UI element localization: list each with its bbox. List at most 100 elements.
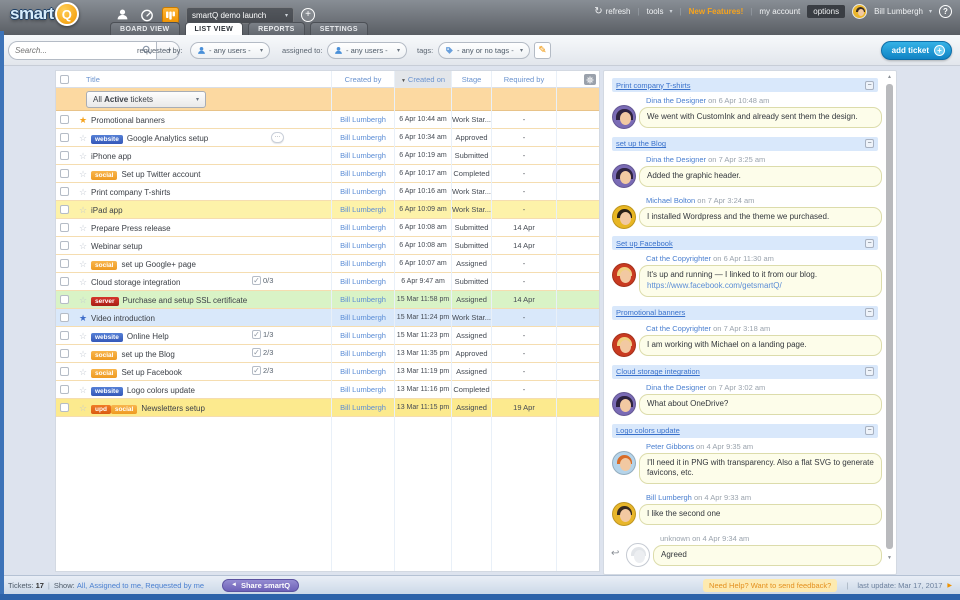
ticket-creator[interactable]: Bill Lumbergh bbox=[332, 273, 394, 291]
table-row[interactable]: ☆ Cloud storage integration ✓0/3 Bill Lu… bbox=[56, 273, 599, 291]
star-icon[interactable]: ★ bbox=[77, 111, 89, 129]
comment-ticket-link[interactable]: Logo colors update bbox=[616, 426, 865, 435]
star-icon[interactable]: ☆ bbox=[77, 255, 89, 273]
ticket-creator[interactable]: Bill Lumbergh bbox=[332, 309, 394, 327]
ticket-creator[interactable]: Bill Lumbergh bbox=[332, 129, 394, 147]
collapse-icon[interactable]: − bbox=[865, 426, 874, 435]
star-icon[interactable]: ☆ bbox=[77, 219, 89, 237]
feedback-link[interactable]: Need Help? Want to send feedback? bbox=[703, 579, 837, 592]
star-icon[interactable]: ☆ bbox=[77, 129, 89, 147]
ticket-title[interactable]: Prepare Press release bbox=[91, 219, 249, 237]
star-icon[interactable]: ☆ bbox=[77, 147, 89, 165]
comment-author[interactable]: Peter Gibbons bbox=[646, 442, 694, 451]
select-all-checkbox[interactable] bbox=[60, 75, 69, 84]
ticket-title[interactable]: websiteLogo colors update bbox=[91, 381, 249, 399]
star-icon[interactable]: ☆ bbox=[77, 327, 89, 345]
tab-reports[interactable]: REPORTS bbox=[248, 22, 305, 35]
my-account-link[interactable]: my account bbox=[759, 7, 800, 16]
ticket-creator[interactable]: Bill Lumbergh bbox=[332, 399, 394, 417]
comment-author[interactable]: Cat the Copyrighter bbox=[646, 254, 711, 263]
collapse-icon[interactable]: − bbox=[865, 81, 874, 90]
edit-tags-icon[interactable]: ✎ bbox=[534, 42, 551, 59]
row-checkbox[interactable] bbox=[60, 223, 69, 232]
current-user-menu[interactable]: Bill Lumbergh ▾ bbox=[874, 7, 932, 16]
star-icon[interactable]: ☆ bbox=[77, 381, 89, 399]
comment-ticket-link[interactable]: Cloud storage integration bbox=[616, 367, 865, 376]
ticket-title[interactable]: Promotional banners bbox=[91, 111, 249, 129]
column-header-required-by[interactable]: Required by bbox=[492, 71, 556, 88]
star-icon[interactable]: ☆ bbox=[77, 345, 89, 363]
ticket-title[interactable]: socialSet up Twitter account bbox=[91, 165, 249, 183]
comment-author[interactable]: Cat the Copyrighter bbox=[646, 324, 711, 333]
add-ticket-button[interactable]: add ticket + bbox=[881, 41, 952, 60]
row-checkbox[interactable] bbox=[60, 241, 69, 250]
star-icon[interactable]: ☆ bbox=[77, 273, 89, 291]
new-features-link[interactable]: New Features! bbox=[689, 7, 744, 16]
ticket-scope-dropdown[interactable]: All Active tickets ▾ bbox=[86, 91, 206, 108]
ticket-title[interactable]: serverPurchase and setup SSL certificate bbox=[91, 291, 249, 309]
row-checkbox[interactable] bbox=[60, 187, 69, 196]
table-row[interactable]: ★ Video introduction Bill Lumbergh 15 Ma… bbox=[56, 309, 599, 327]
search-input[interactable] bbox=[8, 41, 156, 60]
row-checkbox[interactable] bbox=[60, 205, 69, 214]
ticket-creator[interactable]: Bill Lumbergh bbox=[332, 165, 394, 183]
table-row[interactable]: ☆ websiteGoogle Analytics setup ... Bill… bbox=[56, 129, 599, 147]
ticket-creator[interactable]: Bill Lumbergh bbox=[332, 363, 394, 381]
comment-ticket-link[interactable]: Set up Facebook bbox=[616, 239, 865, 248]
star-icon[interactable]: ☆ bbox=[77, 201, 89, 219]
collapse-icon[interactable]: − bbox=[865, 308, 874, 317]
table-row[interactable]: ★ Promotional banners Bill Lumbergh 6 Ap… bbox=[56, 111, 599, 129]
ticket-creator[interactable]: Bill Lumbergh bbox=[332, 291, 394, 309]
row-checkbox[interactable] bbox=[60, 313, 69, 322]
scroll-down-icon[interactable]: ▼ bbox=[885, 555, 894, 561]
ticket-title[interactable]: Video introduction bbox=[91, 309, 249, 327]
tools-menu[interactable]: tools ▾ bbox=[647, 7, 673, 16]
table-row[interactable]: ☆ socialSet up Twitter account Bill Lumb… bbox=[56, 165, 599, 183]
scroll-up-icon[interactable]: ▲ bbox=[885, 74, 894, 80]
comment-link[interactable]: https://www.facebook.com/getsmartQ/ bbox=[647, 281, 782, 290]
show-filter-requested-by-me[interactable]: Requested by me bbox=[145, 581, 204, 590]
comment-author[interactable]: Dina the Designer bbox=[646, 383, 706, 392]
ticket-title[interactable]: socialSet up Facebook bbox=[91, 363, 249, 381]
ticket-title[interactable]: Webinar setup bbox=[91, 237, 249, 255]
table-row[interactable]: ☆ websiteLogo colors update Bill Lumberg… bbox=[56, 381, 599, 399]
comment-author[interactable]: Dina the Designer bbox=[646, 155, 706, 164]
table-row[interactable]: ☆ socialset up Google+ page Bill Lumberg… bbox=[56, 255, 599, 273]
user-avatar[interactable] bbox=[852, 4, 867, 19]
table-settings-button[interactable] bbox=[584, 74, 596, 85]
collapse-icon[interactable]: − bbox=[865, 239, 874, 248]
table-row[interactable]: ☆ serverPurchase and setup SSL certifica… bbox=[56, 291, 599, 309]
ticket-creator[interactable]: Bill Lumbergh bbox=[332, 327, 394, 345]
row-actions-button[interactable]: ... bbox=[271, 132, 284, 143]
comment-ticket-link[interactable]: Print company T-shirts bbox=[616, 81, 865, 90]
table-row[interactable]: ☆ iPad app Bill Lumbergh 6 Apr 10:09 am … bbox=[56, 201, 599, 219]
app-logo[interactable]: smart Q bbox=[10, 2, 79, 26]
ticket-creator[interactable]: Bill Lumbergh bbox=[332, 345, 394, 363]
refresh-button[interactable]: ↻ refresh bbox=[594, 6, 630, 17]
row-checkbox[interactable] bbox=[60, 133, 69, 142]
row-checkbox[interactable] bbox=[60, 385, 69, 394]
user-icon[interactable] bbox=[116, 8, 129, 23]
comment-ticket-link[interactable]: set up the Blog bbox=[616, 139, 865, 148]
ticket-title[interactable]: updsocialNewsletters setup bbox=[91, 399, 249, 417]
tab-list-view[interactable]: LIST VIEW bbox=[185, 22, 244, 35]
ticket-title[interactable]: iPad app bbox=[91, 201, 249, 219]
ticket-creator[interactable]: Bill Lumbergh bbox=[332, 255, 394, 273]
show-filter-assigned-to-me[interactable]: Assigned to me, bbox=[89, 581, 143, 590]
ticket-title[interactable]: websiteOnline Help bbox=[91, 327, 249, 345]
star-icon[interactable]: ★ bbox=[77, 309, 89, 327]
tab-settings[interactable]: SETTINGS bbox=[310, 22, 368, 35]
row-checkbox[interactable] bbox=[60, 169, 69, 178]
row-checkbox[interactable] bbox=[60, 349, 69, 358]
column-header-created-by[interactable]: Created by bbox=[332, 71, 394, 88]
collapse-icon[interactable]: − bbox=[865, 139, 874, 148]
table-row[interactable]: ☆ iPhone app Bill Lumbergh 6 Apr 10:19 a… bbox=[56, 147, 599, 165]
ticket-creator[interactable]: Bill Lumbergh bbox=[332, 237, 394, 255]
requested-by-dropdown[interactable]: - any users - ▾ bbox=[190, 42, 270, 59]
ticket-creator[interactable]: Bill Lumbergh bbox=[332, 201, 394, 219]
row-checkbox[interactable] bbox=[60, 277, 69, 286]
row-checkbox[interactable] bbox=[60, 331, 69, 340]
comments-scrollbar[interactable]: ▲ ▼ bbox=[885, 74, 894, 571]
column-header-created-on[interactable]: ▼Created on bbox=[395, 71, 451, 88]
comment-author[interactable]: Bill Lumbergh bbox=[646, 493, 692, 502]
